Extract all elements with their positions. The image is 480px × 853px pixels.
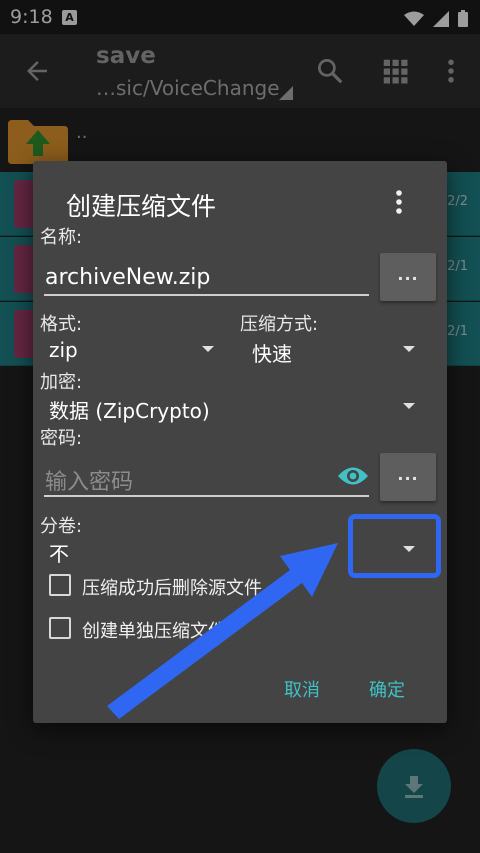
annotation-arrow-icon — [107, 543, 338, 719]
